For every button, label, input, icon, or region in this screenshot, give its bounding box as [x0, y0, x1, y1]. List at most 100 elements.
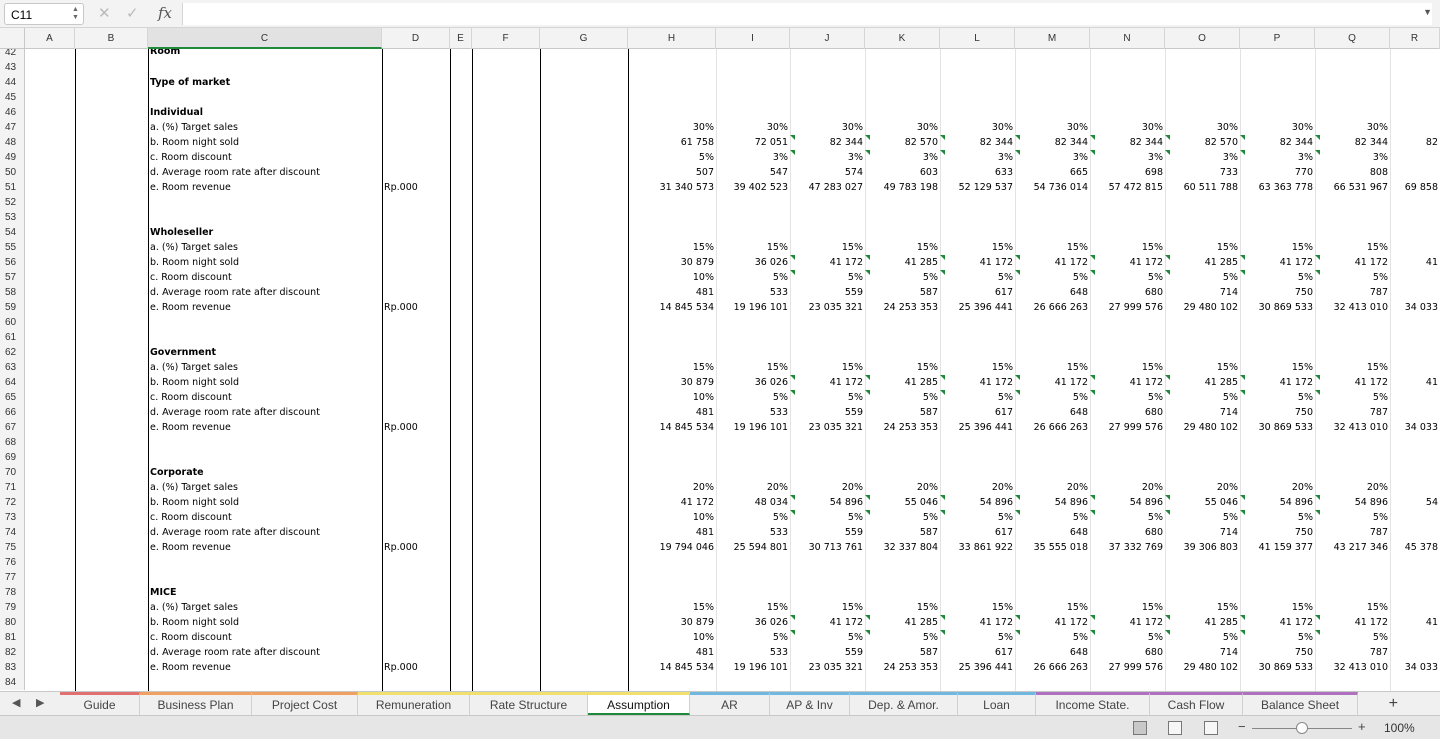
value-cell[interactable]: 5%	[940, 510, 1015, 525]
row-header[interactable]: 70	[0, 465, 25, 480]
value-cell[interactable]: 41	[1390, 375, 1440, 390]
row-header[interactable]: 82	[0, 645, 25, 660]
row-label[interactable]: a. (%) Target sales	[150, 240, 380, 255]
normal-view-icon[interactable]	[1133, 721, 1147, 735]
value-cell[interactable]: 750	[1240, 285, 1315, 300]
value-cell[interactable]: 617	[940, 285, 1015, 300]
formula-input[interactable]	[182, 3, 1432, 25]
value-cell[interactable]: 15%	[1165, 600, 1240, 615]
value-cell[interactable]: 34 033	[1390, 300, 1440, 315]
value-cell[interactable]: 41 285	[1165, 375, 1240, 390]
row-header[interactable]: 61	[0, 330, 25, 345]
value-cell[interactable]: 15%	[1165, 240, 1240, 255]
value-cell[interactable]: 54 896	[1090, 495, 1165, 510]
column-header-m[interactable]: M	[1015, 28, 1090, 49]
value-cell[interactable]: 20%	[1315, 480, 1390, 495]
value-cell[interactable]: 3%	[865, 150, 940, 165]
value-cell[interactable]: 30 879	[628, 615, 716, 630]
value-cell[interactable]: 680	[1090, 405, 1165, 420]
sheet-tab[interactable]: Dep. & Amor.	[850, 692, 958, 715]
value-cell[interactable]: 714	[1165, 405, 1240, 420]
value-cell[interactable]: 35 555 018	[1015, 540, 1090, 555]
value-cell[interactable]: 5%	[1315, 510, 1390, 525]
value-cell[interactable]: 41 172	[790, 615, 865, 630]
row-header[interactable]: 71	[0, 480, 25, 495]
value-cell[interactable]: 15%	[1315, 360, 1390, 375]
column-header-l[interactable]: L	[940, 28, 1015, 49]
value-cell[interactable]: 481	[628, 525, 716, 540]
row-header[interactable]: 44	[0, 75, 25, 90]
value-cell[interactable]: 5%	[940, 390, 1015, 405]
value-cell[interactable]: 43 217 346	[1315, 540, 1390, 555]
value-cell[interactable]: 603	[865, 165, 940, 180]
row-header[interactable]: 80	[0, 615, 25, 630]
value-cell[interactable]: 54 896	[1240, 495, 1315, 510]
value-cell[interactable]: 5%	[1015, 630, 1090, 645]
cancel-icon[interactable]: ✕	[98, 4, 111, 22]
value-cell[interactable]: 665	[1015, 165, 1090, 180]
value-cell[interactable]: 15%	[716, 600, 790, 615]
value-cell[interactable]: 547	[716, 165, 790, 180]
value-cell[interactable]: 5%	[1015, 510, 1090, 525]
value-cell[interactable]: 41 285	[865, 375, 940, 390]
value-cell[interactable]: 5%	[1240, 390, 1315, 405]
row-header[interactable]: 83	[0, 660, 25, 675]
column-header-r[interactable]: R	[1390, 28, 1440, 49]
value-cell[interactable]: 41 172	[1315, 615, 1390, 630]
row-header[interactable]: 77	[0, 570, 25, 585]
row-label[interactable]: b. Room night sold	[150, 495, 380, 510]
value-cell[interactable]: 32 413 010	[1315, 420, 1390, 435]
value-cell[interactable]: 30 869 533	[1240, 420, 1315, 435]
value-cell[interactable]: 15%	[865, 360, 940, 375]
row-label[interactable]: e. Room revenue	[150, 180, 380, 195]
value-cell[interactable]: 55 046	[1165, 495, 1240, 510]
confirm-icon[interactable]: ✓	[126, 4, 139, 22]
segment-title[interactable]: Individual	[150, 105, 380, 120]
value-cell[interactable]: 680	[1090, 525, 1165, 540]
row-label[interactable]: d. Average room rate after discount	[150, 285, 380, 300]
value-cell[interactable]: 30%	[628, 120, 716, 135]
unit-label[interactable]: Rp.000	[384, 660, 448, 675]
value-cell[interactable]: 30%	[790, 120, 865, 135]
value-cell[interactable]: 30%	[865, 120, 940, 135]
value-cell[interactable]: 69 858	[1390, 180, 1440, 195]
value-cell[interactable]: 25 396 441	[940, 300, 1015, 315]
value-cell[interactable]: 15%	[790, 600, 865, 615]
value-cell[interactable]: 26 666 263	[1015, 660, 1090, 675]
value-cell[interactable]: 23 035 321	[790, 660, 865, 675]
value-cell[interactable]: 5%	[716, 270, 790, 285]
value-cell[interactable]: 36 026	[716, 615, 790, 630]
value-cell[interactable]: 15%	[1165, 360, 1240, 375]
value-cell[interactable]: 82	[1390, 135, 1440, 150]
value-cell[interactable]: 54 896	[1315, 495, 1390, 510]
value-cell[interactable]: 10%	[628, 630, 716, 645]
value-cell[interactable]: 5%	[1165, 270, 1240, 285]
value-cell[interactable]: 30%	[1315, 120, 1390, 135]
row-header[interactable]: 84	[0, 675, 25, 690]
value-cell[interactable]: 15%	[1315, 600, 1390, 615]
value-cell[interactable]: 82 344	[1015, 135, 1090, 150]
row-label[interactable]: a. (%) Target sales	[150, 600, 380, 615]
row-header[interactable]: 65	[0, 390, 25, 405]
value-cell[interactable]: 5%	[1315, 390, 1390, 405]
row-header[interactable]: 47	[0, 120, 25, 135]
row-header[interactable]: 67	[0, 420, 25, 435]
name-box[interactable]: C11 ▲ ▼	[4, 3, 84, 25]
value-cell[interactable]: 5%	[1165, 390, 1240, 405]
row-label[interactable]: b. Room night sold	[150, 255, 380, 270]
value-cell[interactable]: 24 253 353	[865, 300, 940, 315]
value-cell[interactable]: 5%	[1015, 270, 1090, 285]
row-label[interactable]: c. Room discount	[150, 390, 380, 405]
value-cell[interactable]: 20%	[716, 480, 790, 495]
value-cell[interactable]: 20%	[790, 480, 865, 495]
value-cell[interactable]: 15%	[716, 360, 790, 375]
value-cell[interactable]: 41 285	[1165, 255, 1240, 270]
sheet-tab[interactable]: Balance Sheet	[1243, 692, 1358, 715]
value-cell[interactable]: 27 999 576	[1090, 660, 1165, 675]
row-header[interactable]: 53	[0, 210, 25, 225]
row-header[interactable]: 52	[0, 195, 25, 210]
value-cell[interactable]: 808	[1315, 165, 1390, 180]
value-cell[interactable]: 41 172	[940, 615, 1015, 630]
row-label[interactable]: e. Room revenue	[150, 660, 380, 675]
value-cell[interactable]: 3%	[1090, 150, 1165, 165]
